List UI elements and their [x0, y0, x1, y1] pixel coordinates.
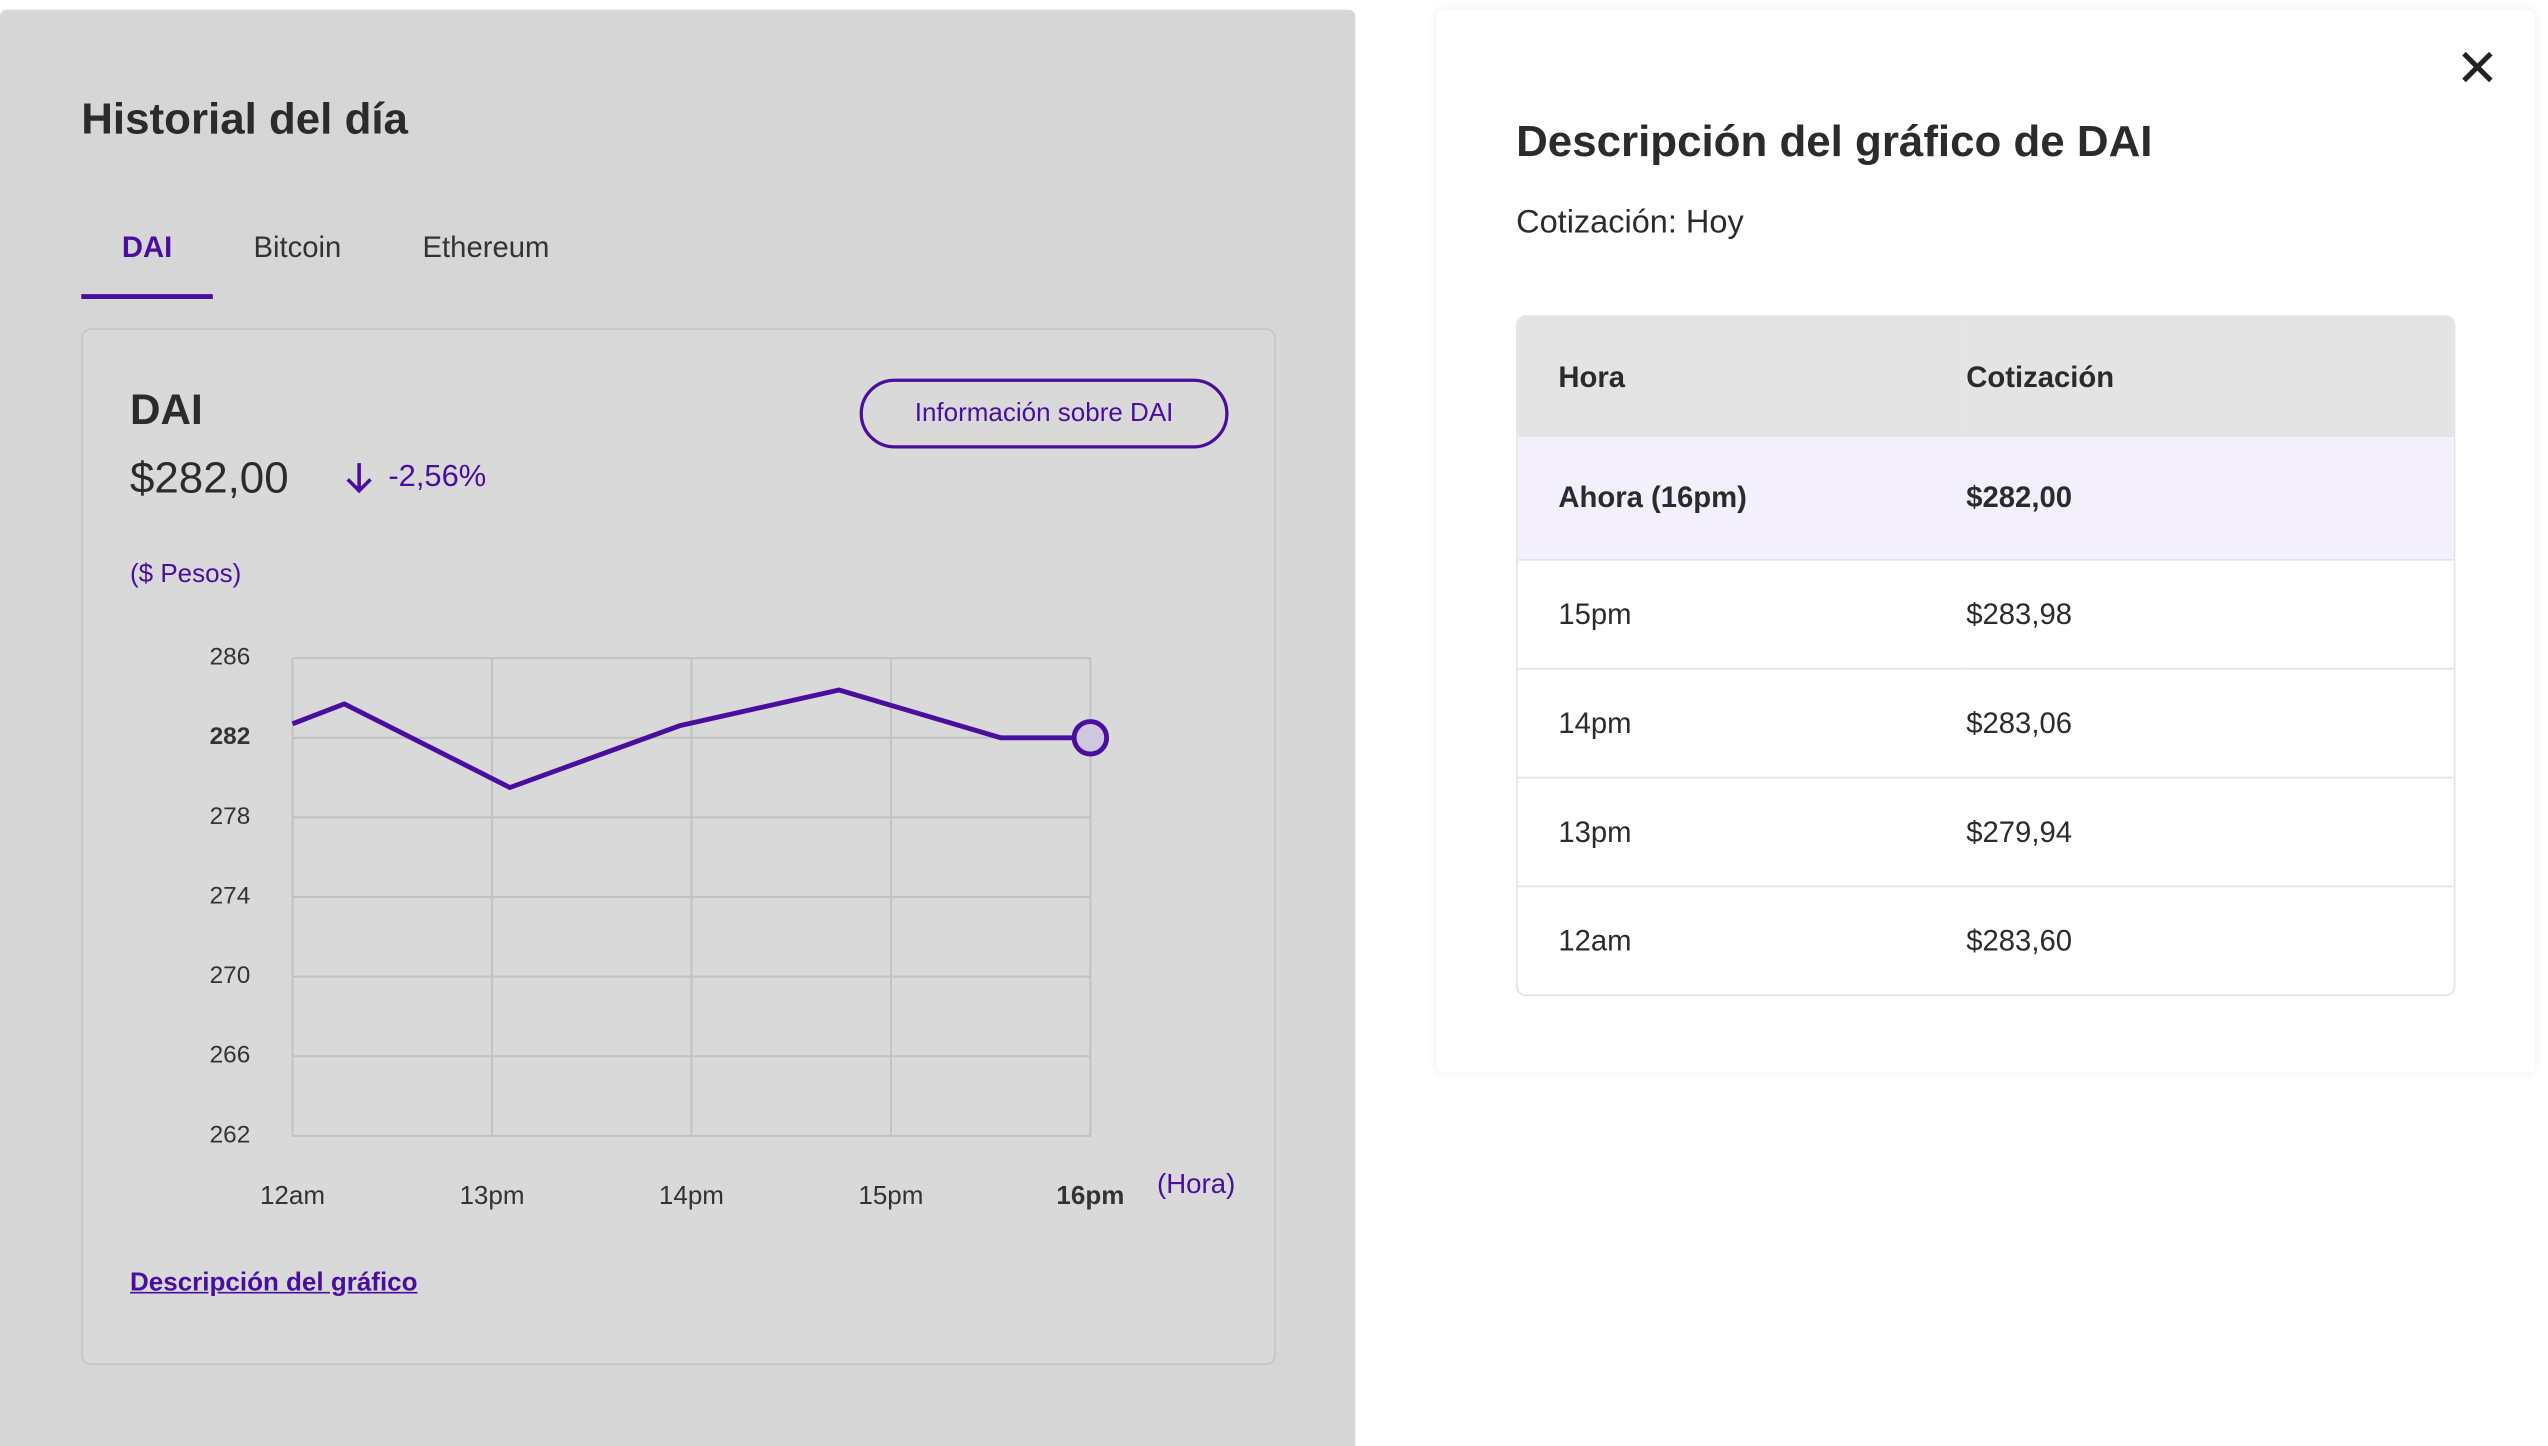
quote-cell: $283,98: [1966, 559, 2454, 668]
history-panel: Historial del día DAI Bitcoin Ethereum D…: [0, 9, 1356, 1446]
x-tick-label: 15pm: [858, 1180, 923, 1210]
line-chart: 286 282 278 274 270 266 262 12am 13pm 14pm 15pm 16p…: [210, 644, 1125, 1211]
hour-cell: 13pm: [1517, 776, 1967, 886]
hour-cell: 15pm: [1517, 559, 1967, 668]
hour-cell: 12am: [1517, 885, 1967, 995]
y-tick-label: 278: [210, 803, 251, 830]
y-tick-label: 266: [210, 1042, 251, 1069]
column-cotizacion: Cotización: [1966, 316, 2454, 438]
quote-cell: $283,60: [1966, 885, 2454, 995]
table-header: Hora Cotización: [1517, 316, 2454, 438]
y-tick-label: 286: [210, 644, 251, 671]
current-point-marker: [1071, 719, 1110, 757]
hour-cell: 14pm: [1517, 667, 1967, 777]
chart-description-link[interactable]: Descripción del gráfico: [130, 1269, 418, 1298]
table-row: 15pm $283,98: [1517, 559, 2454, 668]
y-tick-label: 282: [210, 723, 251, 750]
close-icon[interactable]: ✕: [2456, 42, 2500, 94]
x-tick-label: 13pm: [459, 1180, 524, 1210]
table-row: 13pm $279,94: [1517, 776, 2454, 886]
y-tick-label: 270: [210, 962, 251, 989]
table-row: 14pm $283,06: [1517, 667, 2454, 777]
dialog-subtitle: Cotización: Hoy: [1516, 204, 1744, 241]
y-tick-label: 262: [210, 1121, 251, 1148]
x-axis-label: (Hora): [1157, 1168, 1236, 1200]
chart-card: DAI $282,00 -2,56% Información sobre DAI…: [81, 328, 1276, 1365]
y-tick-label: 274: [210, 882, 251, 909]
quote-table: Hora Cotización Ahora (16pm) $282,00 15pm $2…: [1516, 315, 2456, 997]
dialog-title: Descripción del gráfico de DAI: [1516, 117, 2153, 166]
quote-cell: $282,00: [1966, 437, 2454, 559]
table-row: 12am $283,60: [1517, 885, 2454, 995]
quote-cell: $283,06: [1966, 667, 2454, 777]
x-tick-label: 16pm: [1056, 1180, 1124, 1210]
quote-cell: $279,94: [1966, 776, 2454, 886]
column-hora: Hora: [1517, 316, 1967, 438]
x-tick-label: 14pm: [659, 1180, 724, 1210]
x-tick-label: 12am: [260, 1180, 325, 1210]
chart-description-dialog: ✕ Descripción del gráfico de DAI Cotizac…: [1436, 9, 2535, 1073]
table-row: Ahora (16pm) $282,00: [1517, 437, 2454, 559]
hour-cell: Ahora (16pm): [1517, 437, 1967, 559]
